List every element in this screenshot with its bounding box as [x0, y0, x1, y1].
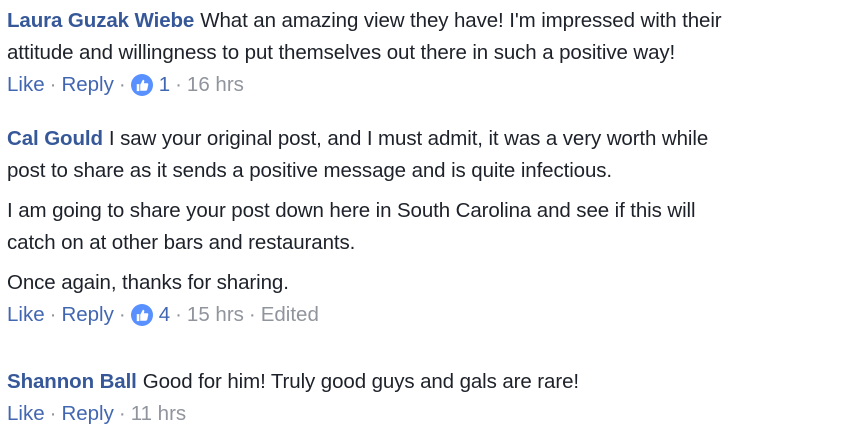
separator: · — [118, 73, 126, 96]
separator: · — [175, 73, 182, 96]
comment-text: Good for him! Truly good guys and gals a… — [142, 370, 579, 393]
like-thumb-icon[interactable] — [130, 74, 153, 96]
timestamp[interactable]: 11 hrs — [131, 398, 186, 430]
comment-text: attitude and willingness to put themselv… — [7, 41, 676, 64]
comment-text-line: attitude and willingness to put themselv… — [7, 37, 840, 69]
comment-text: What an amazing view they have! I'm impr… — [200, 9, 722, 32]
comment-laura-guzak-wiebe: Laura Guzak Wiebe What an amazing view th… — [7, 5, 840, 101]
comment-text-line: Once again, thanks for sharing. — [7, 267, 840, 299]
comment-actions: Like · Reply · 4 · 15 hrs · Edited — [7, 299, 840, 331]
comment-text-line: catch on at other bars and restaurants. — [7, 227, 840, 259]
timestamp[interactable]: 15 hrs — [187, 299, 244, 331]
reaction-count[interactable]: 1 — [159, 69, 170, 101]
author-name[interactable]: Laura Guzak Wiebe — [7, 9, 194, 32]
edited-label[interactable]: Edited — [261, 299, 319, 331]
reply-button[interactable]: Reply — [61, 299, 113, 331]
comment-text-line: post to share as it sends a positive mes… — [7, 155, 840, 187]
author-name[interactable]: Cal Gould — [7, 127, 103, 150]
comment-text: post to share as it sends a positive mes… — [7, 159, 613, 182]
separator: · — [175, 303, 182, 326]
separator: · — [118, 402, 126, 425]
separator: · — [118, 303, 126, 326]
comment-text: I saw your original post, and I must adm… — [108, 127, 709, 150]
separator: · — [49, 402, 57, 425]
separator: · — [49, 73, 57, 96]
comments-list: Laura Guzak Wiebe What an amazing view th… — [0, 0, 850, 443]
like-button[interactable]: Like — [7, 398, 45, 430]
comment-text: catch on at other bars and restaurants. — [7, 231, 356, 254]
comment-shannon-ball: Shannon Ball Good for him! Truly good guy… — [7, 366, 840, 430]
comment-actions: Like · Reply · 11 hrs — [7, 398, 840, 430]
comment-text-line: I am going to share your post down here … — [7, 195, 840, 227]
reaction-count[interactable]: 4 — [159, 299, 170, 331]
like-thumb-icon[interactable] — [130, 304, 153, 326]
comment-cal-gould: Cal Gould I saw your original post, and I… — [7, 123, 840, 331]
timestamp[interactable]: 16 hrs — [187, 69, 244, 101]
like-button[interactable]: Like — [7, 299, 45, 331]
like-button[interactable]: Like — [7, 69, 45, 101]
reply-button[interactable]: Reply — [61, 69, 113, 101]
comment-text-line: Shannon Ball Good for him! Truly good guy… — [7, 366, 840, 398]
reply-button[interactable]: Reply — [61, 398, 113, 430]
comment-text-line: Cal Gould I saw your original post, and I… — [7, 123, 840, 155]
separator: · — [49, 303, 57, 326]
comment-text: I am going to share your post down here … — [7, 199, 696, 222]
author-name[interactable]: Shannon Ball — [7, 370, 137, 393]
comment-actions: Like · Reply · 1 · 16 hrs — [7, 69, 840, 101]
comment-text: Once again, thanks for sharing. — [7, 271, 289, 294]
separator: · — [248, 303, 256, 326]
comment-text-line: Laura Guzak Wiebe What an amazing view th… — [7, 5, 840, 37]
